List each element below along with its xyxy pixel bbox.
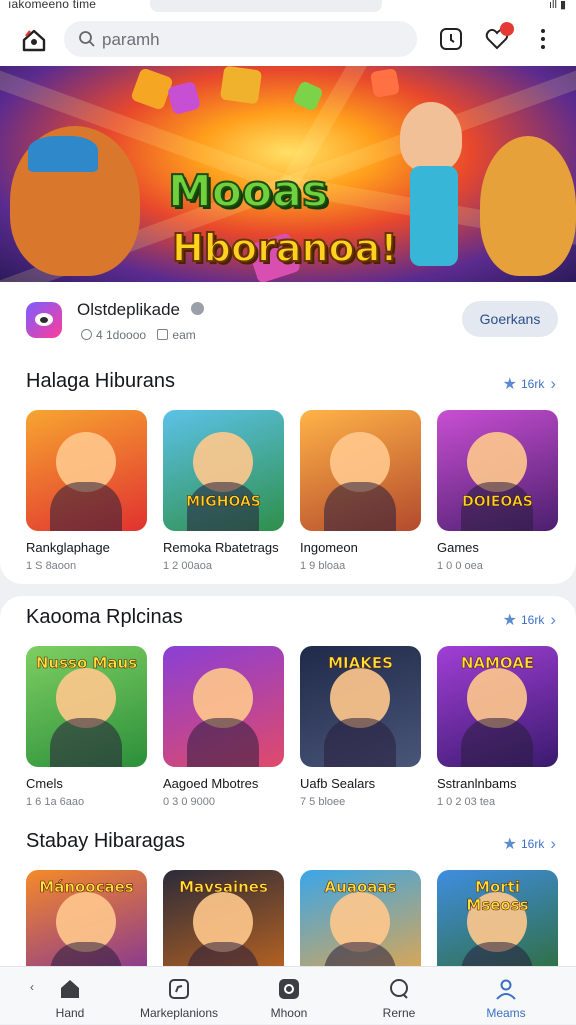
verified-icon	[191, 302, 204, 315]
game-name: Games	[437, 540, 479, 555]
game-stats: 1 S 8aoon	[26, 560, 77, 572]
size-icon	[157, 329, 169, 340]
hero-banner[interactable]: Mooas Hboranoa!	[0, 66, 576, 282]
tile-title: NAMOAE	[460, 654, 535, 673]
section-more-label: 16rk	[520, 837, 545, 851]
status-bar: ıakomeeno time ıll ▮	[0, 0, 576, 14]
game-name: Ingomeon	[300, 540, 358, 555]
compass-icon	[169, 979, 189, 999]
section-title: Halaga Hiburans	[26, 370, 175, 392]
chat-icon	[390, 979, 408, 999]
tile-title: Mánoocaes	[39, 878, 134, 897]
download-icon[interactable]	[438, 26, 464, 52]
character-body	[50, 482, 122, 531]
home-logo-icon[interactable]	[20, 26, 48, 54]
game-tile[interactable]	[300, 410, 421, 531]
game-tile[interactable]	[26, 410, 147, 531]
banner-title: Mooas	[167, 166, 329, 217]
game-name: Sstranlnbams	[437, 776, 517, 791]
star-icon: ★	[502, 376, 517, 393]
game-tile[interactable]: Nusso Maus	[26, 646, 147, 767]
app-rating: 4 1doooo	[96, 328, 147, 342]
character-body	[461, 718, 533, 767]
app-size: eam	[172, 328, 196, 342]
section-title: Stabay Hibaragas	[26, 830, 185, 852]
game-tile[interactable]: MIGHOAS	[163, 410, 284, 531]
search-input[interactable]: paramh	[64, 21, 417, 57]
character-body	[324, 718, 396, 767]
app-icon[interactable]	[26, 302, 62, 338]
nav-marketplace[interactable]: Markeplanions	[124, 967, 234, 1025]
back-chevron-icon[interactable]: ‹	[30, 980, 34, 994]
get-app-button[interactable]: Goerkans	[462, 301, 558, 337]
nav-media[interactable]: Mhoon	[234, 967, 344, 1025]
banner-subtitle: Hboranoa!	[171, 225, 399, 271]
nav-profile[interactable]: Meams	[451, 967, 561, 1025]
notification-badge	[500, 22, 514, 36]
app-meta: 4 1doooo eam	[77, 328, 196, 342]
search-placeholder: paramh	[102, 30, 160, 49]
tile-title: MIGHOAS	[186, 494, 261, 511]
game-stats: 0 3 0 9000	[163, 796, 215, 808]
game-tile[interactable]: DOIEOAS	[437, 410, 558, 531]
star-icon: ★	[502, 612, 517, 629]
status-right-text: ıll ▮	[548, 0, 566, 11]
game-tile[interactable]	[163, 646, 284, 767]
game-stats: 1 9 bloaa	[300, 560, 346, 572]
star-icon: ★	[502, 836, 517, 853]
game-name: Remoka Rbatetrags	[163, 540, 279, 555]
tile-title: Morti Mseoss	[466, 878, 529, 915]
game-stats: 7 5 bloee	[300, 796, 346, 808]
game-tile[interactable]: NAMOAE	[437, 646, 558, 767]
chevron-right-icon: ›	[550, 374, 556, 393]
game-name: Aagoed Mbotres	[163, 776, 259, 791]
profile-icon	[496, 979, 516, 1000]
game-stats: 1 2 00aoa	[163, 560, 212, 572]
top-bar: paramh	[0, 14, 576, 66]
game-stats: 1 0 0 oea	[437, 560, 483, 572]
nav-chat-label: Rerne	[382, 1006, 416, 1020]
nav-home-label: Hand	[55, 1006, 85, 1020]
search-icon	[79, 31, 95, 47]
section-more-link[interactable]: ★ 16rk ›	[503, 374, 556, 394]
character-body	[324, 482, 396, 531]
section-more-link[interactable]: ★ 16rk ›	[503, 610, 556, 630]
nav-marketplace-label: Markeplanions	[139, 1006, 219, 1020]
character-body	[187, 718, 259, 767]
section-title: Kaooma Rplcinas	[26, 606, 183, 628]
status-pill	[150, 0, 382, 12]
nav-home[interactable]: Hand	[15, 967, 125, 1025]
home-icon	[61, 980, 79, 998]
more-menu-icon[interactable]	[530, 26, 556, 52]
section-more-link[interactable]: ★ 16rk ›	[503, 834, 556, 854]
tile-title: Nusso Maus	[35, 654, 138, 673]
section-more-label: 16rk	[520, 613, 545, 627]
game-stats: 1 0 2 03 tea	[437, 796, 496, 808]
character-body	[50, 718, 122, 767]
game-tile[interactable]: MIAKES	[300, 646, 421, 767]
game-name: Uafb Sealars	[300, 776, 376, 791]
bottom-navigation: Hand Markeplanions Mhoon Rerne Meams	[0, 966, 576, 1024]
tile-title: DOIEOAS	[462, 494, 533, 511]
nav-media-label: Mhoon	[270, 1006, 308, 1020]
chevron-right-icon: ›	[550, 834, 556, 853]
tile-title: Auaoaas	[324, 878, 397, 897]
rating-icon	[81, 329, 92, 340]
chevron-right-icon: ›	[550, 610, 556, 629]
status-left-text: ıakomeeno time	[8, 0, 97, 11]
app-name: Olstdeplikade	[77, 300, 181, 319]
game-name: Cmels	[26, 776, 63, 791]
game-name: Rankglaphage	[26, 540, 110, 555]
nav-chat[interactable]: Rerne	[344, 967, 454, 1025]
section-more-label: 16rk	[520, 377, 545, 391]
media-icon	[279, 979, 299, 999]
game-stats: 1 6 1a 6aao	[26, 796, 85, 808]
nav-profile-label: Meams	[486, 1006, 526, 1020]
tile-title: Mavsaines	[179, 878, 268, 897]
tile-title: MIAKES	[328, 654, 393, 673]
